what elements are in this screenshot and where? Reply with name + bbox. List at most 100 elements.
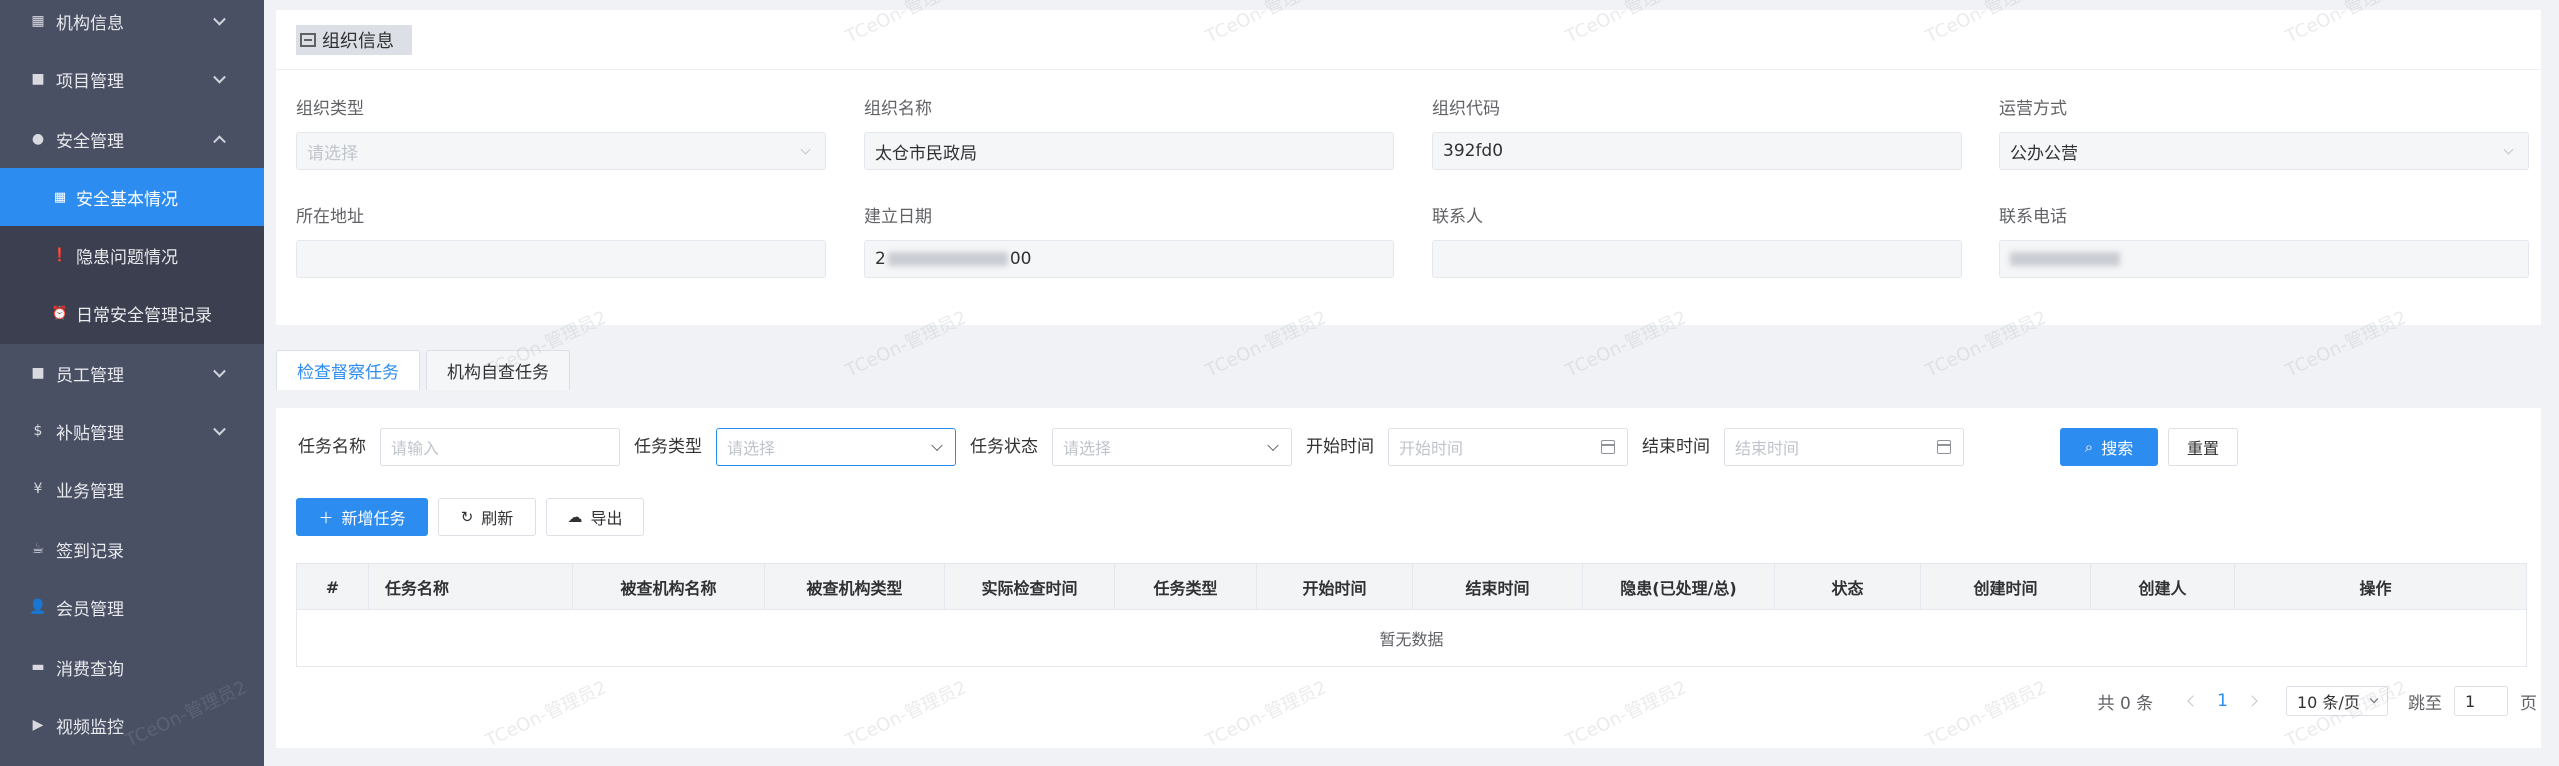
reset-button[interactable]: 重置 xyxy=(2168,428,2238,466)
field-value: 392fd0 xyxy=(1443,141,1504,161)
sidebar-item-projects[interactable]: ■ 项目管理 xyxy=(0,50,264,108)
date-value-suffix: 00 xyxy=(1009,249,1032,269)
next-page-icon[interactable] xyxy=(2246,695,2258,707)
table-header-cell: 结束时间 xyxy=(1413,564,1583,610)
sidebar-subitem-safety-basic[interactable]: ▦ 安全基本情况 xyxy=(0,168,264,226)
filter-label: 任务状态 xyxy=(970,437,1038,457)
search-icon: ⌕ xyxy=(2084,438,2094,456)
main-content: 组织信息 组织类型 请选择 组织名称 太仓市民政局 组织代码 392fd0 运营… xyxy=(264,0,2559,766)
field-phone: 联系电话 xyxy=(1999,206,2529,278)
field-org-name: 组织名称 太仓市民政局 xyxy=(864,98,1394,170)
sidebar-item-staff[interactable]: ■ 员工管理 xyxy=(0,344,264,402)
sidebar-item-label: 视频监控 xyxy=(56,717,124,738)
org-name-input[interactable]: 太仓市民政局 xyxy=(864,132,1394,170)
chevron-up-icon xyxy=(213,135,226,149)
chevron-down-icon xyxy=(2369,694,2379,704)
table-empty-text: 暂无数据 xyxy=(1379,630,1444,649)
button-label: 新增任务 xyxy=(341,509,406,528)
chevron-down-icon xyxy=(2503,144,2514,155)
select-value: 10 条/页 xyxy=(2297,693,2360,712)
end-time-picker[interactable]: 结束时间 xyxy=(1724,428,1964,466)
sidebar-item-label: 员工管理 xyxy=(56,365,124,386)
input-placeholder: 结束时间 xyxy=(1735,439,1800,458)
button-label: 导出 xyxy=(590,509,623,528)
sidebar-subitem-hazards[interactable]: ❗ 隐患问题情况 xyxy=(0,226,264,284)
page-number[interactable]: 1 xyxy=(2217,691,2228,711)
refresh-button[interactable]: ↻ 刷新 xyxy=(438,498,536,536)
filter-label: 任务类型 xyxy=(634,437,702,457)
select-placeholder: 请选择 xyxy=(307,143,358,164)
jump-page-input[interactable]: 1 xyxy=(2454,686,2508,716)
folder-icon: ■ xyxy=(31,365,45,381)
task-name-input[interactable]: 请输入 xyxy=(380,428,620,466)
select-placeholder: 请选择 xyxy=(727,439,776,458)
video-icon: ▶ xyxy=(32,717,44,733)
folder-icon: ■ xyxy=(31,71,45,87)
chevron-down-icon xyxy=(213,70,226,84)
grid-icon: ▦ xyxy=(31,13,45,29)
sidebar-item-label: 项目管理 xyxy=(56,71,124,92)
date-value-prefix: 2 xyxy=(875,249,886,269)
field-label: 组织类型 xyxy=(296,99,364,119)
chevron-down-icon xyxy=(1267,439,1279,452)
org-info-card: 组织信息 组织类型 请选择 组织名称 太仓市民政局 组织代码 392fd0 运营… xyxy=(276,10,2541,325)
sidebar-item-consumption[interactable]: ▬ 消费查询 xyxy=(0,638,264,696)
operation-mode-select[interactable]: 公办公营 xyxy=(1999,132,2529,170)
task-tabs: 检查督察任务 机构自查任务 xyxy=(276,350,576,390)
page-suffix: 页 xyxy=(2520,693,2537,714)
field-label: 联系人 xyxy=(1432,207,1483,227)
redacted-text xyxy=(887,252,1008,266)
field-label: 所在地址 xyxy=(296,207,364,227)
refresh-icon: ↻ xyxy=(460,508,474,526)
task-status-select[interactable]: 请选择 xyxy=(1052,428,1292,466)
alert-circle-icon: ❗ xyxy=(51,247,69,263)
phone-input[interactable] xyxy=(1999,240,2529,278)
id-card-icon xyxy=(300,32,316,47)
page-size-select[interactable]: 10 条/页 xyxy=(2286,686,2388,716)
button-label: 搜索 xyxy=(2101,439,2134,458)
field-label: 联系电话 xyxy=(1999,207,2067,227)
pagination: 共 0 条 1 10 条/页 跳至 1 页 xyxy=(2098,686,2541,716)
tab-self-check-tasks[interactable]: 机构自查任务 xyxy=(426,350,570,390)
sidebar-item-business[interactable]: ¥ 业务管理 xyxy=(0,460,264,518)
sidebar-item-members[interactable]: 👤 会员管理 xyxy=(0,578,264,636)
table-header-cell: 开始时间 xyxy=(1257,564,1413,610)
plus-icon: ＋ xyxy=(318,508,334,527)
org-type-select[interactable]: 请选择 xyxy=(296,132,826,170)
user-icon: 👤 xyxy=(29,599,47,615)
field-label: 组织名称 xyxy=(864,99,932,119)
sidebar-subitem-label: 安全基本情况 xyxy=(76,189,178,210)
address-input[interactable] xyxy=(296,240,826,278)
start-time-picker[interactable]: 开始时间 xyxy=(1388,428,1628,466)
tab-inspection-tasks[interactable]: 检查督察任务 xyxy=(276,350,420,390)
location-pin-icon: ● xyxy=(31,131,45,147)
total-count: 共 0 条 xyxy=(2097,693,2154,714)
redacted-text xyxy=(2010,252,2120,266)
chevron-down-icon xyxy=(213,364,226,378)
org-code-input[interactable]: 392fd0 xyxy=(1432,132,1962,170)
table-header-cell: 创建人 xyxy=(2091,564,2235,610)
table-header-cell: 实际检查时间 xyxy=(945,564,1115,610)
sidebar-item-label: 签到记录 xyxy=(56,541,124,562)
sidebar-item-video[interactable]: ▶ 视频监控 xyxy=(0,696,264,754)
prev-page-icon[interactable] xyxy=(2187,695,2199,707)
alarm-clock-icon: ⏰ xyxy=(51,305,69,321)
yen-icon: ¥ xyxy=(33,481,43,497)
filter-label: 开始时间 xyxy=(1306,437,1374,457)
sidebar-item-subsidy[interactable]: $ 补贴管理 xyxy=(0,402,264,460)
sidebar-item-checkin[interactable]: ☕ 签到记录 xyxy=(0,520,264,578)
org-info-title: 组织信息 xyxy=(296,24,412,55)
chevron-down-icon xyxy=(800,144,811,155)
export-button[interactable]: ☁ 导出 xyxy=(546,498,644,536)
established-date-input[interactable]: 2 00 xyxy=(864,240,1394,278)
sidebar-subitem-daily-records[interactable]: ⏰ 日常安全管理记录 xyxy=(0,284,264,342)
org-info-header: 组织信息 xyxy=(276,10,2541,70)
search-button[interactable]: ⌕ 搜索 xyxy=(2060,428,2158,466)
task-type-select[interactable]: 请选择 xyxy=(716,428,956,466)
field-label: 运营方式 xyxy=(1999,99,2067,119)
add-task-button[interactable]: ＋ 新增任务 xyxy=(296,498,428,536)
sidebar-item-org-info[interactable]: ▦ 机构信息 xyxy=(0,0,264,50)
field-operation-mode: 运营方式 公办公营 xyxy=(1999,98,2529,170)
sidebar-item-safety[interactable]: ● 安全管理 xyxy=(0,110,264,168)
contact-input[interactable] xyxy=(1432,240,1962,278)
